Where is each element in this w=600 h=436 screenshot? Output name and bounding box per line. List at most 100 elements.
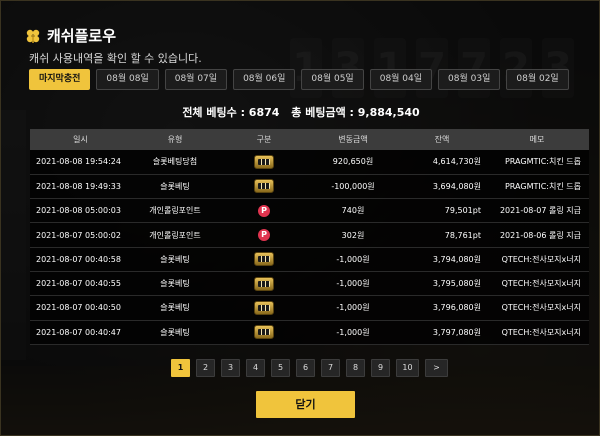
page-button-6[interactable]: 6 xyxy=(296,359,315,377)
page-button-9[interactable]: 9 xyxy=(371,359,390,377)
row-date: 2021-08-07 00:40:50 xyxy=(36,303,121,313)
row-type: 슬롯베팅 xyxy=(160,303,190,313)
header-memo: 메모 xyxy=(529,135,545,144)
table-row: 2021-08-07 00:40:58 슬롯베팅 -1,000원 3,794,080원… xyxy=(30,247,589,272)
row-date: 2021-08-08 05:00:03 xyxy=(36,206,121,216)
row-balance: 3,797,080원 xyxy=(432,327,481,337)
tab-6[interactable]: 08월 03일 xyxy=(438,69,501,90)
row-kind xyxy=(225,271,303,295)
date-tabs: 마지막충전 08월 08일 08월 07일 08월 06일 08월 05일 08월 04일… xyxy=(29,69,569,90)
row-change: -1,000원 xyxy=(336,254,370,264)
cashflow-table: 일시 유형 구분 변동금액 잔액 메모 2021-08-08 19:54:24 슬… xyxy=(30,129,589,345)
modal-header: 캐쉬플로우 xyxy=(25,25,116,46)
point-icon: P xyxy=(258,204,270,217)
tab-3[interactable]: 08월 06일 xyxy=(233,69,296,90)
row-memo: 2021-08-06 롤링 지급 xyxy=(499,230,581,240)
row-type: 개인롤링포인트 xyxy=(149,206,201,216)
page-button-2[interactable]: 2 xyxy=(196,359,215,377)
table-row: 2021-08-07 00:40:47 슬롯베팅 -1,000원 3,797,080원… xyxy=(30,320,589,345)
row-kind xyxy=(225,320,303,344)
row-memo: PRAGMTIC:치킨 드롭 xyxy=(504,157,581,167)
header-date: 일시 xyxy=(73,135,88,144)
row-change: -1,000원 xyxy=(336,327,370,337)
row-type: 슬롯베팅 xyxy=(160,254,190,264)
table-row: 2021-08-07 00:40:55 슬롯베팅 -1,000원 3,795,080원… xyxy=(30,271,589,296)
clover-icon xyxy=(26,29,40,43)
row-date: 2021-08-08 19:54:24 xyxy=(36,157,121,167)
slot-machine-icon xyxy=(254,252,274,267)
row-balance: 3,694,080원 xyxy=(432,181,481,191)
row-change: 920,650원 xyxy=(332,157,374,167)
header-kind: 구분 xyxy=(256,135,272,144)
header-balance: 잔액 xyxy=(434,135,450,144)
table-row: 2021-08-07 05:00:02 개인롤링포인트 P 302원 78,761pt 2… xyxy=(30,222,589,248)
row-kind: P xyxy=(225,223,303,247)
row-change: -100,000원 xyxy=(331,181,375,191)
row-balance: 79,501pt xyxy=(444,206,481,216)
row-memo: PRAGMTIC:치킨 드롭 xyxy=(504,181,581,191)
table-row: 2021-08-07 00:40:50 슬롯베팅 -1,000원 3,796,080원… xyxy=(30,295,589,321)
tab-0[interactable]: 마지막충전 xyxy=(29,69,91,90)
table-header-row: 일시 유형 구분 변동금액 잔액 메모 xyxy=(30,129,589,150)
row-change: 740원 xyxy=(341,206,365,216)
row-balance: 78,761pt xyxy=(444,230,481,240)
header-type: 유형 xyxy=(167,135,183,144)
table-body: 2021-08-08 19:54:24 슬롯베팅당첨 920,650원 4,614,7… xyxy=(30,150,589,345)
row-balance: 3,794,080원 xyxy=(432,254,481,264)
row-date: 2021-08-08 19:49:33 xyxy=(36,181,121,191)
row-type: 슬롯베팅 xyxy=(160,327,190,337)
page-button-5[interactable]: 5 xyxy=(271,359,290,377)
row-memo: QTECH:전사모지x너지 xyxy=(501,303,581,313)
page-button-3[interactable]: 3 xyxy=(221,359,240,377)
tab-7[interactable]: 08월 02일 xyxy=(506,69,569,90)
slot-machine-icon xyxy=(254,179,274,194)
row-change: -1,000원 xyxy=(336,279,370,289)
row-change: 302원 xyxy=(341,230,365,240)
row-type: 슬롯베팅 xyxy=(160,279,190,289)
row-kind xyxy=(225,247,303,271)
slot-machine-icon xyxy=(254,300,274,315)
cashflow-modal: 캐쉬플로우 캐쉬 사용내역을 확인 할 수 있습니다. 마지막충전 08월 08일… xyxy=(0,0,600,436)
row-date: 2021-08-07 00:40:47 xyxy=(36,327,121,337)
header-change: 변동금액 xyxy=(338,135,368,144)
table-row: 2021-08-08 19:49:33 슬롯베팅 -100,000원 3,694,08… xyxy=(30,174,589,199)
table-row: 2021-08-08 05:00:03 개인롤링포인트 P 740원 79,501pt 2… xyxy=(30,198,589,223)
bet-summary: 전체 베팅수 : 6874 총 베팅금액 : 9,884,540 xyxy=(1,104,600,120)
row-memo: QTECH:전사모지x너지 xyxy=(501,254,581,264)
row-date: 2021-08-07 00:40:55 xyxy=(36,279,121,289)
row-balance: 3,796,080원 xyxy=(432,303,481,313)
tab-2[interactable]: 08월 07일 xyxy=(164,69,228,90)
row-kind: P xyxy=(225,199,303,223)
next-page-button[interactable]: > xyxy=(425,359,448,377)
row-date: 2021-08-07 00:40:58 xyxy=(36,254,121,264)
tab-4[interactable]: 08월 05일 xyxy=(301,69,364,90)
total-bet-count: 전체 베팅수 : 6874 xyxy=(182,106,280,119)
total-bet-amount: 총 베팅금액 : 9,884,540 xyxy=(291,106,420,119)
row-balance: 4,614,730원 xyxy=(432,157,481,167)
row-balance: 3,795,080원 xyxy=(432,279,481,289)
row-memo: QTECH:전사모지x너지 xyxy=(501,279,581,289)
page-button-1[interactable]: 1 xyxy=(171,359,190,377)
row-memo: QTECH:전사모지x너지 xyxy=(501,327,581,337)
row-kind xyxy=(225,174,303,198)
page-button-4[interactable]: 4 xyxy=(246,359,265,377)
row-type: 슬롯베팅 xyxy=(160,181,190,191)
row-kind xyxy=(225,150,303,174)
close-button[interactable]: 닫기 xyxy=(256,391,355,418)
table-row: 2021-08-08 19:54:24 슬롯베팅당첨 920,650원 4,614,7… xyxy=(30,150,589,175)
row-change: -1,000원 xyxy=(336,303,370,313)
row-date: 2021-08-07 05:00:02 xyxy=(36,230,121,240)
tab-1[interactable]: 08월 08일 xyxy=(96,69,159,90)
slot-machine-icon xyxy=(254,276,274,291)
page-button-7[interactable]: 7 xyxy=(321,359,340,377)
page-button-10[interactable]: 10 xyxy=(396,359,419,377)
modal-subtitle: 캐쉬 사용내역을 확인 할 수 있습니다. xyxy=(29,52,202,65)
modal-title: 캐쉬플로우 xyxy=(47,27,117,45)
row-type: 슬롯베팅당첨 xyxy=(152,157,198,167)
page-button-8[interactable]: 8 xyxy=(346,359,365,377)
slot-machine-icon xyxy=(254,154,274,169)
tab-5[interactable]: 08월 04일 xyxy=(369,69,433,90)
row-type: 개인롤링포인트 xyxy=(149,230,201,240)
pagination: 1 2 3 4 5 6 7 8 9 10 > xyxy=(171,359,448,377)
point-icon: P xyxy=(258,229,270,242)
